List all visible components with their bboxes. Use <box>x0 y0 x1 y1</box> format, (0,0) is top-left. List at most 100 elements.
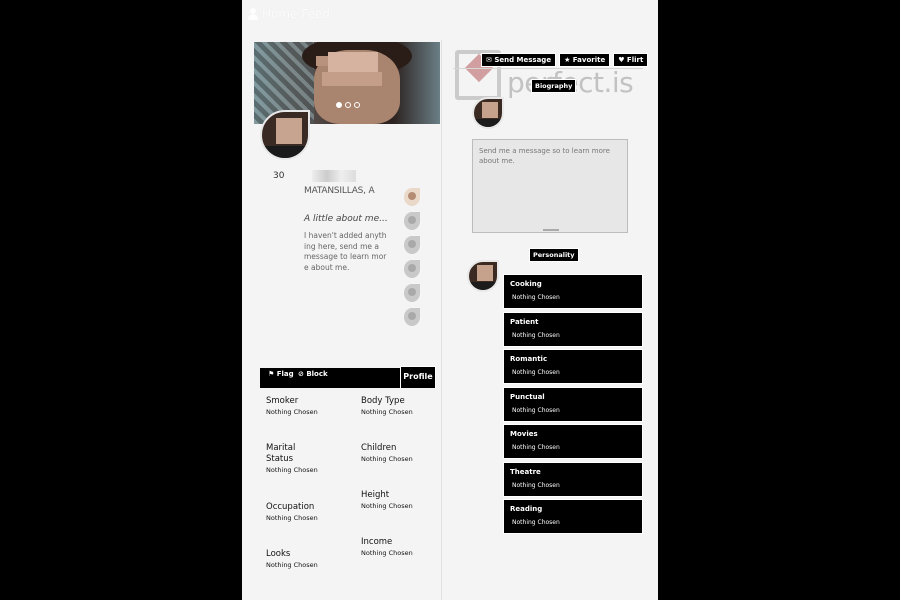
attr-height: Height Nothing Chosen <box>361 490 441 510</box>
personality-tag: Personality <box>529 248 579 262</box>
star-icon: ★ <box>564 56 571 64</box>
profile-action-bar: ⚑ Flag ⊘ Block Profile <box>260 366 436 388</box>
about-text: I haven't added anything here, send me a… <box>304 231 387 272</box>
profile-age: 30 <box>273 171 285 181</box>
attr-value: Nothing Chosen <box>266 561 318 569</box>
block-icon: ⊘ <box>298 370 304 378</box>
trait-patient: Patient Nothing Chosen <box>503 311 643 347</box>
photo-thumbnails <box>404 188 422 332</box>
attr-income: Income Nothing Chosen <box>361 537 441 557</box>
resize-handle[interactable] <box>543 229 559 231</box>
attr-value: Nothing Chosen <box>266 514 318 522</box>
attr-occupation: Occupation Nothing Chosen <box>266 502 346 522</box>
attr-label: Children <box>361 443 397 453</box>
avatar-shirt <box>262 146 308 158</box>
photo-thumbnail-placeholder[interactable] <box>404 260 420 278</box>
attr-value: Nothing Chosen <box>361 408 413 416</box>
profile-page: Home Feed 30 MATANSILLAS, A A little abo… <box>242 0 658 600</box>
attr-value: Nothing Chosen <box>266 466 318 474</box>
about-title: A little about me... <box>304 214 388 224</box>
trait-name: Patient <box>510 317 539 326</box>
pixelation <box>316 56 328 66</box>
biography-tag: Biography <box>531 79 577 93</box>
trait-value: Nothing Chosen <box>512 406 560 414</box>
attr-label: Marital Status <box>266 443 296 464</box>
contact-buttons: ✉ Send Message ★ Favorite ♥ Flirt <box>481 53 649 67</box>
envelope-icon: ✉ <box>486 56 492 64</box>
photo-thumbnail-placeholder[interactable] <box>404 236 420 254</box>
carousel-dots <box>336 102 360 108</box>
send-message-label: Send Message <box>494 56 552 64</box>
home-feed-link[interactable]: Home Feed <box>248 7 330 21</box>
trait-value: Nothing Chosen <box>512 444 560 451</box>
trait-value: Nothing Chosen <box>512 519 560 526</box>
photo-thumbnail-placeholder[interactable] <box>404 308 420 326</box>
biography-avatar[interactable] <box>472 97 504 129</box>
block-label: Block <box>306 370 328 378</box>
attr-children: Children Nothing Chosen <box>361 443 441 463</box>
flag-label: Flag <box>276 370 294 378</box>
attr-label: Smoker <box>266 396 299 406</box>
trait-punctual: Punctual Nothing Chosen <box>503 386 643 422</box>
trait-name: Cooking <box>510 280 542 288</box>
block-button[interactable]: ⊘ Block <box>298 370 328 378</box>
attr-value: Nothing Chosen <box>361 455 413 463</box>
trait-value: Nothing Chosen <box>512 331 560 339</box>
trait-value: Nothing Chosen <box>512 369 560 376</box>
pixelation <box>328 52 378 74</box>
trait-cooking: Cooking Nothing Chosen <box>503 274 643 309</box>
carousel-dot[interactable] <box>345 102 351 108</box>
attr-value: Nothing Chosen <box>361 549 413 557</box>
favorite-label: Favorite <box>572 56 606 64</box>
trait-name: Reading <box>510 505 543 513</box>
attr-body-type: Body Type Nothing Chosen <box>361 396 441 416</box>
flirt-label: Flirt <box>626 56 644 64</box>
flag-icon: ⚑ <box>268 370 275 378</box>
avatar-face <box>477 265 493 281</box>
carousel-dot[interactable] <box>354 102 360 108</box>
pixelation <box>322 72 382 86</box>
carousel-dot[interactable] <box>336 102 342 108</box>
heart-icon: ♥ <box>618 56 625 64</box>
avatar-face <box>482 102 498 118</box>
attr-looks: Looks Nothing Chosen <box>266 549 346 569</box>
profile-location: MATANSILLAS, A <box>304 186 375 196</box>
profile-avatar[interactable] <box>260 110 310 160</box>
trait-name: Theatre <box>510 467 541 476</box>
trait-value: Nothing Chosen <box>512 481 560 489</box>
personality-traits: Cooking Nothing Chosen Patient Nothing C… <box>503 274 643 537</box>
attr-label: Height <box>361 490 390 500</box>
avatar-shirt <box>474 119 502 127</box>
home-feed-label: Home Feed <box>262 7 330 21</box>
attr-smoker: Smoker Nothing Chosen <box>266 396 346 416</box>
favorite-button[interactable]: ★ Favorite <box>559 53 611 67</box>
trait-reading: Reading Nothing Chosen <box>503 499 643 534</box>
trait-name: Movies <box>510 430 538 438</box>
biography-message-box[interactable]: Send me a message so to learn more about… <box>472 139 628 233</box>
photo-thumbnail[interactable] <box>404 188 420 206</box>
personality-avatar[interactable] <box>467 260 499 292</box>
photo-thumbnail-placeholder[interactable] <box>404 284 420 302</box>
trait-movies: Movies Nothing Chosen <box>503 424 643 459</box>
attr-marital-status: Marital Status Nothing Chosen <box>266 443 318 474</box>
send-message-button[interactable]: ✉ Send Message <box>481 53 557 67</box>
trait-name: Punctual <box>510 392 545 401</box>
trait-value: Nothing Chosen <box>512 294 560 301</box>
divider <box>453 68 643 69</box>
flag-button[interactable]: ⚑ Flag <box>268 370 294 378</box>
photo-thumbnail-placeholder[interactable] <box>404 212 420 230</box>
attr-label: Looks <box>266 549 291 559</box>
attr-label: Income <box>361 537 393 547</box>
flirt-button[interactable]: ♥ Flirt <box>613 53 649 67</box>
trait-romantic: Romantic Nothing Chosen <box>503 349 643 384</box>
trait-name: Romantic <box>510 355 548 363</box>
top-bar: Home Feed <box>242 0 658 28</box>
left-column: 30 MATANSILLAS, A A little about me... I… <box>252 40 442 600</box>
attr-label: Occupation <box>266 502 315 512</box>
avatar-face <box>276 118 302 144</box>
attr-value: Nothing Chosen <box>266 408 318 416</box>
trait-theatre: Theatre Nothing Chosen <box>503 461 643 497</box>
tab-profile[interactable]: Profile <box>400 366 436 388</box>
attr-label: Body Type <box>361 396 405 406</box>
biography-placeholder: Send me a message so to learn more about… <box>479 147 610 165</box>
